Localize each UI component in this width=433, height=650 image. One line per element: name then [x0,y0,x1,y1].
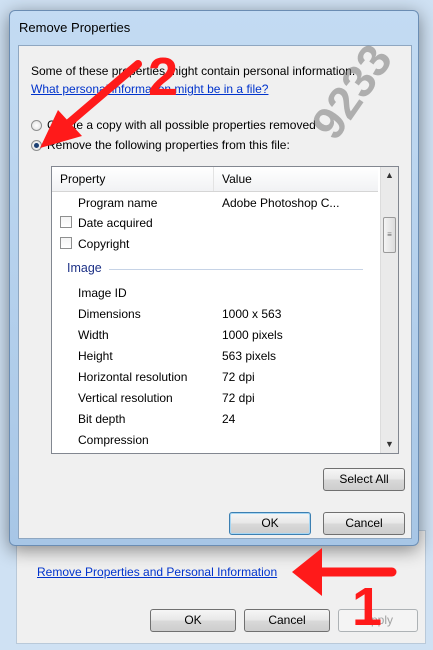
arrow-2-icon [40,60,142,148]
annotation-number-2: 2 [148,47,179,107]
annotation-number-1: 1 [352,577,383,637]
